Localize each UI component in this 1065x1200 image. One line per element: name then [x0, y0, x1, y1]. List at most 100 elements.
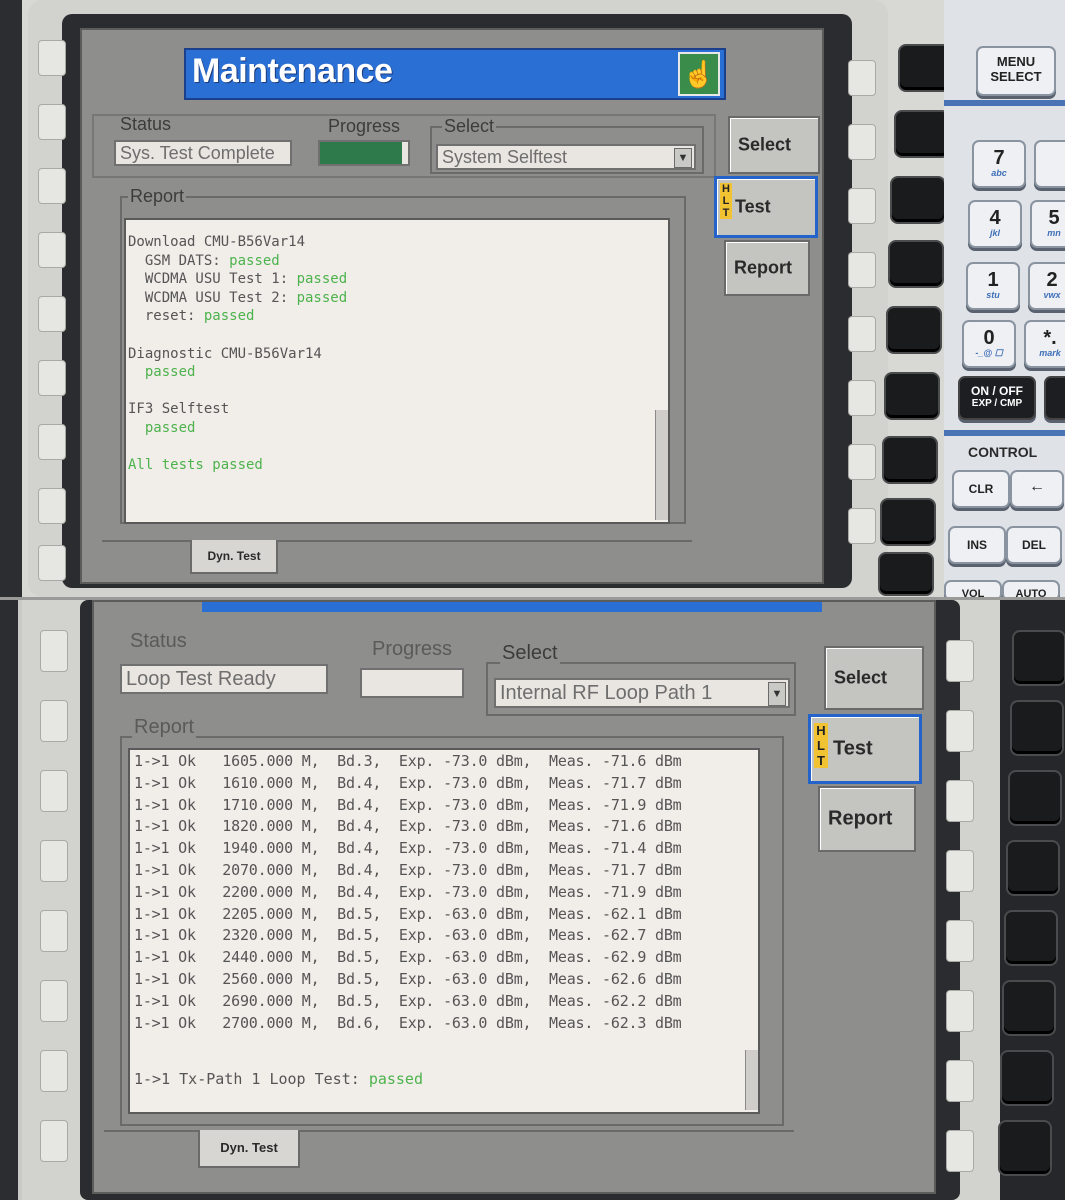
auto-key[interactable]: AUTO — [1002, 580, 1060, 597]
select-label: Select — [500, 642, 560, 665]
bezel-grip — [40, 630, 68, 672]
report-line-text: IF3 Selftest — [128, 401, 230, 418]
bezel-grip — [38, 168, 66, 204]
maintenance-title-bar: Maintenance ☝ — [184, 48, 726, 100]
softkey-5[interactable] — [1004, 910, 1058, 966]
select-value: Internal RF Loop Path 1 — [500, 682, 713, 704]
softkey-7[interactable] — [882, 436, 938, 484]
bezel-grip — [848, 508, 876, 544]
hlt-indicator: HLT — [720, 183, 732, 219]
softkey-3[interactable] — [890, 176, 946, 224]
tab-dyn-test[interactable]: Dyn. Test — [190, 540, 278, 574]
report-line-text — [128, 420, 145, 436]
bezel-grip — [38, 232, 66, 268]
dropdown-arrow-icon[interactable]: ▼ — [674, 148, 692, 168]
del-key[interactable]: DEL — [1006, 526, 1062, 564]
top-screen: Maintenance ☝ Status Sys. Test Complete … — [80, 28, 824, 584]
softkey-4[interactable] — [888, 240, 944, 288]
test-select-dropdown[interactable]: Internal RF Loop Path 1 ▼ — [494, 678, 790, 708]
select-label: Select — [442, 116, 497, 137]
report-line-text: WCDMA USU Test 2: — [128, 289, 297, 306]
report-scrollbar[interactable] — [655, 410, 668, 520]
select-softkey-label[interactable]: Select — [728, 116, 820, 174]
clr-key[interactable]: CLR — [952, 470, 1010, 508]
report-line-status: passed — [203, 308, 255, 325]
loop-test-row: 1->1 Ok 1710.000 M, Bd.4, Exp. -73.0 dBm… — [134, 795, 682, 814]
key-decimal[interactable]: *. mark — [1024, 320, 1065, 368]
softkey-9[interactable] — [878, 552, 934, 596]
control-label: CONTROL — [968, 444, 1038, 460]
bottom-photo: Status Loop Test Ready Progress Select I… — [0, 600, 1065, 1200]
test-select-dropdown[interactable]: System Selftest ▼ — [436, 144, 696, 170]
bezel-grip — [848, 60, 876, 96]
softkey-8[interactable] — [880, 498, 936, 546]
softkey-5[interactable] — [886, 306, 942, 354]
loop-test-row: 1->1 Ok 2070.000 M, Bd.4, Exp. -73.0 dBm… — [134, 861, 682, 879]
loop-test-row: 1->1 Ok 2205.000 M, Bd.5, Exp. -63.0 dBm… — [134, 904, 682, 923]
cmp-key[interactable] — [1044, 376, 1065, 420]
key-2[interactable]: 2 vwx — [1028, 262, 1065, 310]
report-line: All tests passed — [128, 457, 263, 473]
progress-bar — [318, 140, 410, 166]
test-softkey-label[interactable]: HLT Test — [808, 714, 922, 784]
loop-test-row: 1->1 Ok 2690.000 M, Bd.5, Exp. -63.0 dBm… — [134, 991, 682, 1010]
summary-status: passed — [368, 1070, 423, 1089]
key-4[interactable]: 4 jkl — [968, 200, 1022, 248]
tab-dyn-test[interactable]: Dyn. Test — [198, 1130, 300, 1168]
hand-pointer-icon[interactable]: ☝ — [678, 52, 720, 96]
bezel-grip — [40, 770, 68, 812]
backspace-key[interactable]: ← — [1010, 470, 1064, 508]
report-softkey-label[interactable]: Report — [724, 240, 810, 296]
vol-key[interactable]: VOL — [944, 580, 1002, 597]
loop-test-row: 1->1 Ok 2320.000 M, Bd.5, Exp. -63.0 dBm… — [134, 926, 682, 945]
bezel-grip — [38, 104, 66, 140]
bottom-screen: Status Loop Test Ready Progress Select I… — [92, 600, 936, 1194]
softkey-6[interactable] — [1002, 980, 1056, 1036]
report-line: reset: passed — [128, 308, 255, 325]
key-5[interactable]: 5 mn — [1030, 200, 1065, 248]
report-line: Diagnostic CMU-B56Var14 — [128, 346, 322, 362]
report-line-status: passed — [296, 271, 348, 288]
hlt-indicator: HLT — [814, 723, 828, 768]
dropdown-arrow-icon[interactable]: ▼ — [768, 682, 786, 706]
progress-label: Progress — [372, 638, 453, 660]
select-softkey-label[interactable]: Select — [824, 646, 924, 710]
report-line: passed — [128, 364, 196, 380]
keypad-panel — [1000, 600, 1065, 1200]
key-8[interactable] — [1034, 140, 1065, 188]
report-label: Report — [128, 186, 187, 207]
bezel-grip — [848, 124, 876, 160]
report-line-status: All tests passed — [128, 457, 263, 474]
on-off-key[interactable]: ON / OFF EXP / CMP — [958, 376, 1036, 420]
report-scrollbar[interactable] — [745, 1050, 758, 1110]
softkey-6[interactable] — [884, 372, 940, 420]
bezel-grip — [946, 780, 974, 822]
softkey-7[interactable] — [1000, 1050, 1054, 1106]
softkey-2[interactable] — [1010, 700, 1064, 756]
bezel-grip — [946, 640, 974, 682]
report-line: WCDMA USU Test 2: passed — [128, 290, 347, 306]
bezel-grip — [40, 840, 68, 882]
ins-key[interactable]: INS — [948, 526, 1006, 564]
bezel-grip — [38, 296, 66, 332]
key-7[interactable]: 7 abc — [972, 140, 1026, 188]
key-0[interactable]: 0 -_@ ☐ — [962, 320, 1016, 368]
summary-text: 1->1 Tx-Path 1 Loop Test: — [134, 1070, 369, 1089]
test-softkey-label[interactable]: HLT Test — [714, 176, 818, 238]
menu-select-key[interactable]: MENU SELECT — [976, 46, 1056, 96]
report-line: IF3 Selftest — [128, 401, 229, 417]
report-line: passed — [128, 420, 196, 436]
softkey-1[interactable] — [1012, 630, 1065, 686]
key-1[interactable]: 1 stu — [966, 262, 1020, 310]
report-line-text: GSM DATS: — [128, 252, 230, 269]
progress-label: Progress — [328, 116, 401, 136]
softkey-8[interactable] — [998, 1120, 1052, 1176]
report-softkey-label[interactable]: Report — [818, 786, 916, 852]
softkey-3[interactable] — [1008, 770, 1062, 826]
bezel-grip — [40, 1050, 68, 1092]
softkey-4[interactable] — [1006, 840, 1060, 896]
keypad-rail — [944, 100, 1065, 106]
softkey-2[interactable] — [894, 110, 950, 158]
select-value: System Selftest — [442, 147, 568, 167]
bezel-grip — [40, 700, 68, 742]
